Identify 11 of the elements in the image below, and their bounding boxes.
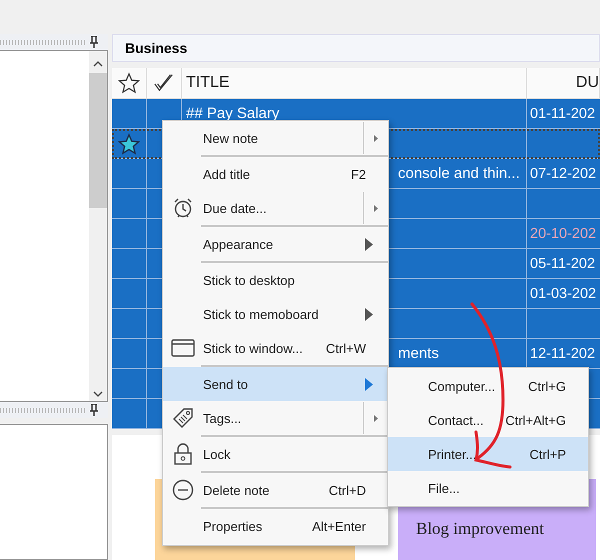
note-title: Blog improvement: [416, 519, 544, 538]
due-date: 12-11-202: [530, 346, 596, 362]
due-date: 07-12-202: [530, 166, 596, 182]
due-date: 05-11-202: [530, 256, 596, 272]
note-title: console and thin...: [398, 165, 520, 182]
note-title: ## Pay Salary: [186, 105, 280, 122]
due-date: 20-10-202: [530, 226, 596, 242]
due-date: 01-11-202: [530, 106, 596, 122]
note-title: ments: [398, 345, 439, 362]
due-date: 01-03-202: [530, 286, 596, 302]
notebook-title: Business: [112, 34, 600, 62]
